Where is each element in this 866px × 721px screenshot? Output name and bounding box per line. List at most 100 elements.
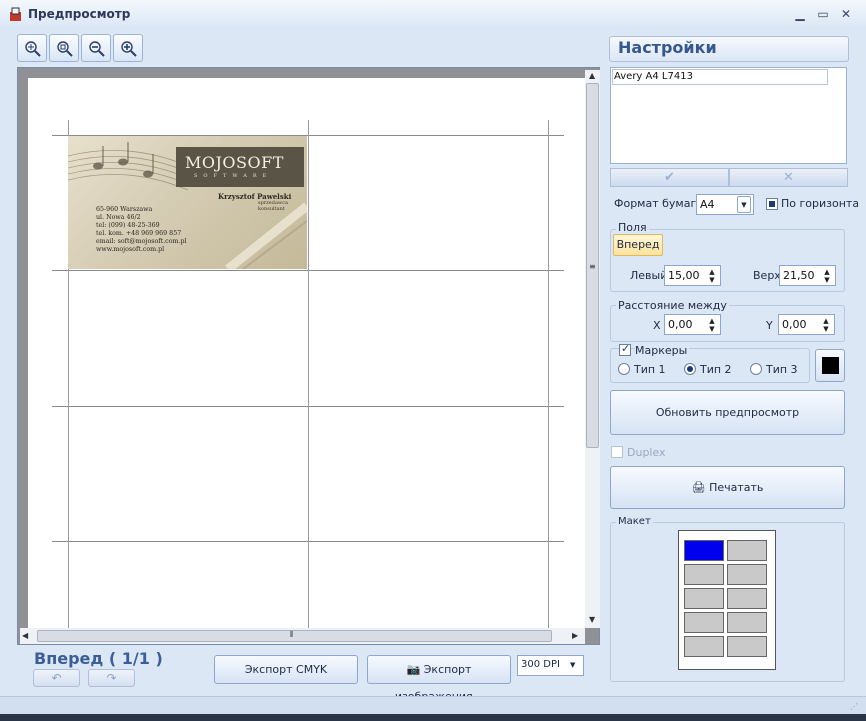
layout-cell[interactable] [727, 540, 767, 561]
os-taskbar [0, 714, 866, 721]
markers-checkbox[interactable]: ✓ [619, 342, 631, 356]
layout-cell[interactable] [684, 636, 724, 657]
horizontal-scroll-thumb[interactable] [37, 630, 552, 642]
spin-down-icon[interactable]: ▼ [821, 325, 831, 333]
layout-cell[interactable] [727, 612, 767, 633]
layout-title: Макет [616, 516, 653, 527]
margin-top-label: Верх [753, 269, 781, 282]
minimize-button[interactable]: ▁ [791, 6, 809, 22]
marker-type3-radio[interactable] [750, 363, 762, 375]
landscape-checkbox[interactable] [766, 198, 778, 210]
resize-grip-icon[interactable]: ⋰ [850, 702, 858, 711]
layout-cell[interactable] [727, 564, 767, 585]
scroll-grip-icon: ≡ [589, 262, 596, 271]
margin-left-input[interactable]: 15,00 ▲ ▼ [664, 265, 721, 286]
redo-arrow-icon: ↷ [106, 671, 117, 685]
marker-type2-label: Тип 2 [700, 363, 732, 376]
scroll-grip-icon: ⦀ [290, 630, 294, 639]
prev-page-button[interactable]: ↶ [33, 669, 80, 687]
layout-cell[interactable] [727, 588, 767, 609]
zoom-actual-icon [57, 41, 73, 57]
zoom-out-icon [89, 41, 105, 57]
page-navigation-label: Вперед ( 1/1 ) [34, 649, 163, 668]
duplex-label: Duplex [627, 446, 666, 459]
spacing-x-value: 0,00 [668, 318, 693, 331]
spacing-x-label: X [653, 319, 661, 332]
close-button[interactable]: ✕ [837, 6, 855, 22]
marker-color-button[interactable] [815, 349, 845, 382]
export-image-button[interactable]: 📷 Экспорт изображения... [367, 655, 511, 703]
margins-title: Поля [616, 221, 649, 234]
spin-up-icon[interactable]: ▲ [707, 268, 717, 276]
cut-line [548, 120, 549, 628]
margin-top-input[interactable]: 21,50 ▲ ▼ [779, 265, 836, 286]
card-line: tel. kom. +48 969 969 857 [96, 230, 182, 237]
chevron-down-icon: ▼ [570, 661, 576, 669]
card-line: email: soft@mojosoft.com.pl [96, 238, 187, 245]
layout-cell[interactable] [684, 612, 724, 633]
card-role: sprzedawca konsultant [258, 200, 288, 212]
zoom-out-button[interactable] [81, 34, 111, 62]
scroll-down-icon[interactable]: ▼ [589, 615, 595, 624]
card-line: www.mojosoft.com.pl [96, 246, 165, 253]
confirm-icon[interactable]: ✔ [610, 168, 729, 187]
landscape-label: По горизонтали [781, 197, 858, 210]
refresh-preview-button[interactable]: Обновить предпросмотр [610, 390, 845, 435]
paper-format-select[interactable]: A4 ▼ [696, 194, 754, 215]
window-title: Предпросмотр [28, 7, 131, 21]
spacing-y-label: Y [766, 319, 773, 332]
camera-icon: 📷 [406, 663, 421, 676]
scroll-left-icon[interactable]: ◀ [22, 631, 28, 640]
layout-cell[interactable] [684, 564, 724, 585]
layout-cell[interactable] [684, 540, 724, 561]
tab-front-label: Вперед [616, 238, 660, 251]
spin-down-icon[interactable]: ▼ [822, 276, 832, 284]
next-page-button[interactable]: ↷ [88, 669, 135, 687]
export-cmyk-label: Экспорт CMYK [244, 663, 328, 676]
duplex-checkbox[interactable] [611, 446, 623, 458]
dpi-value: 300 DPI [521, 659, 560, 670]
print-label: Печатать [709, 481, 764, 494]
layout-cell[interactable] [684, 588, 724, 609]
template-list-item[interactable]: Avery A4 L7413 [612, 69, 828, 85]
card-logo: MOJOSOFT [185, 153, 284, 172]
spacing-y-value: 0,00 [782, 318, 807, 331]
cancel-icon[interactable]: ✕ [729, 168, 848, 187]
scroll-up-icon[interactable]: ▲ [589, 71, 595, 80]
business-card: MOJOSOFT SOFTWARE Krzysztof Pawelski spr… [68, 136, 307, 269]
spin-up-icon[interactable]: ▲ [821, 317, 831, 325]
export-cmyk-button[interactable]: Экспорт CMYK [214, 655, 358, 684]
layout-cell[interactable] [727, 636, 767, 657]
paper-format-value: A4 [700, 198, 715, 211]
status-bar [0, 696, 866, 714]
spacing-x-input[interactable]: 0,00 ▲ ▼ [664, 314, 721, 335]
card-logo-sub: SOFTWARE [194, 173, 273, 179]
settings-title: Настройки [618, 38, 717, 57]
spin-up-icon[interactable]: ▲ [707, 317, 717, 325]
spin-down-icon[interactable]: ▼ [707, 325, 717, 333]
zoom-in-button[interactable] [113, 34, 143, 62]
maximize-button[interactable]: ▭ [814, 6, 832, 22]
scroll-right-icon[interactable]: ▶ [572, 631, 578, 640]
dpi-select[interactable]: 300 DPI ▼ [517, 655, 584, 676]
checkbox-fill [769, 201, 775, 207]
marker-type1-radio[interactable] [618, 363, 630, 375]
refresh-preview-label: Обновить предпросмотр [655, 406, 800, 419]
markers-label: Маркеры [635, 344, 690, 357]
zoom-actual-button[interactable] [49, 34, 79, 62]
print-button[interactable]: 🖨 Печатать [610, 466, 845, 509]
spacing-y-input[interactable]: 0,00 ▲ ▼ [778, 314, 835, 335]
paper-format-label: Формат бумаги [614, 197, 704, 210]
printer-icon: 🖨 [691, 481, 706, 494]
margin-left-label: Левый [630, 269, 668, 282]
card-line: 65-960 Warszawa [96, 206, 153, 213]
marker-type2-radio[interactable] [684, 363, 696, 375]
spin-down-icon[interactable]: ▼ [707, 276, 717, 284]
margin-left-value: 15,00 [668, 269, 700, 282]
zoom-fit-button[interactable] [17, 34, 47, 62]
undo-arrow-icon: ↶ [51, 671, 62, 685]
tab-front[interactable]: Вперед [613, 234, 663, 256]
chevron-down-icon: ▼ [737, 196, 751, 213]
spin-up-icon[interactable]: ▲ [822, 268, 832, 276]
spacing-title: Расстояние между [616, 299, 729, 312]
